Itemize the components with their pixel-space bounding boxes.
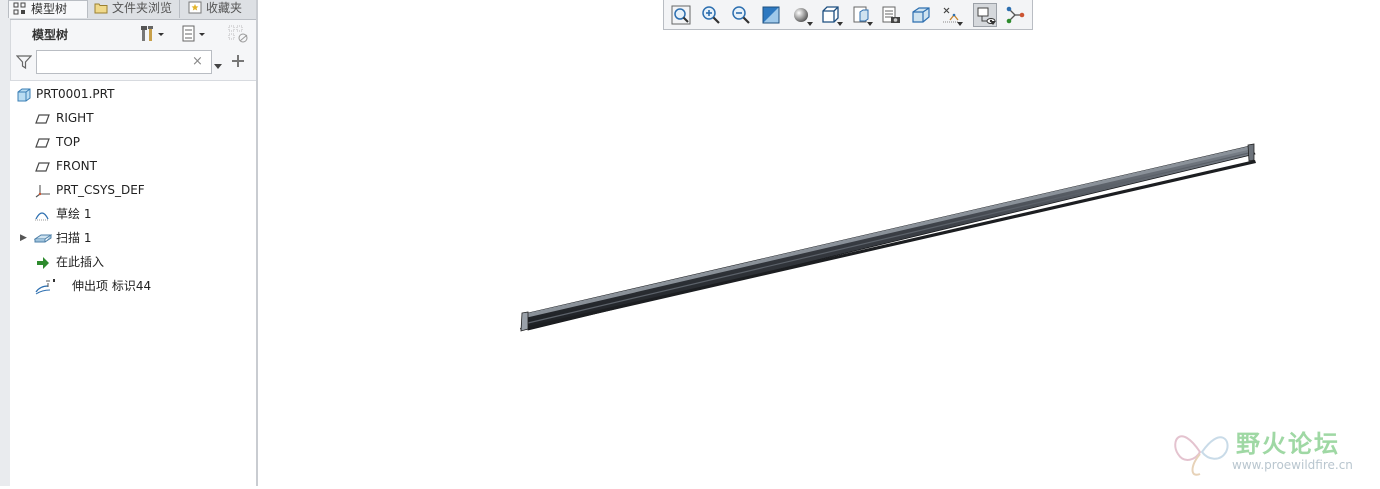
- butterfly-logo-icon: [1170, 422, 1234, 483]
- watermark-url: www.proewildfire.cn: [1232, 458, 1353, 472]
- tab-model-tree[interactable]: 模型树: [8, 0, 88, 18]
- tree-item-label: 在此插入: [56, 255, 105, 269]
- panel-tabs: 模型树 文件夹浏览 收藏夹: [8, 0, 258, 20]
- settings-tools-icon[interactable]: [140, 25, 166, 46]
- graphics-toolbar: [663, 0, 1033, 30]
- zoom-in-button[interactable]: [699, 3, 723, 27]
- graphics-viewport[interactable]: [260, 30, 1380, 486]
- tree-item-datum-front[interactable]: FRONT: [10, 155, 256, 177]
- tree-item-label: RIGHT: [56, 111, 94, 125]
- tab-folder-browser[interactable]: 文件夹浏览: [88, 0, 180, 18]
- tab-model-tree-label: 模型树: [31, 2, 68, 16]
- datum-display-dropdown-icon[interactable]: [957, 22, 963, 26]
- tree-item-sweep[interactable]: ▶ 扫描 1: [10, 227, 256, 249]
- search-dropdown-icon[interactable]: [214, 59, 222, 73]
- tree-item-sketch[interactable]: 草绘 1: [10, 203, 256, 225]
- insert-here-icon: [36, 255, 52, 269]
- tree-header: 模型树: [10, 20, 256, 48]
- view-orient-dropdown-icon[interactable]: [837, 22, 843, 26]
- annotation-display-button[interactable]: [973, 3, 997, 27]
- datum-plane-icon: [35, 135, 51, 149]
- tree-item-datum-top[interactable]: TOP: [10, 131, 256, 153]
- perspective-button[interactable]: [909, 3, 933, 27]
- sketch-icon: [34, 207, 50, 221]
- tree-search-input[interactable]: [36, 50, 212, 74]
- display-style-button[interactable]: [789, 3, 813, 27]
- network-button[interactable]: [1003, 3, 1027, 27]
- tree-item-label: PRT0001.PRT: [36, 87, 115, 101]
- tree-item-csys[interactable]: PRT_CSYS_DEF: [10, 179, 256, 201]
- model-tree-list: PRT0001.PRT RIGHT TOP FRONT PRT_CSYS_DEF…: [10, 80, 256, 487]
- csys-icon: [35, 183, 51, 198]
- zoom-out-button[interactable]: [729, 3, 753, 27]
- tree-item-label: TOP: [56, 135, 81, 149]
- model-tree-icon: [13, 2, 27, 15]
- tree-filter-settings-icon[interactable]: [228, 25, 250, 48]
- tree-item-protrusion[interactable]: 伸出项 标识44: [10, 275, 256, 297]
- favorites-icon: [188, 1, 202, 14]
- tree-item-label: 伸出项 标识44: [72, 279, 152, 293]
- tree-item-label: 扫描 1: [56, 231, 92, 245]
- funnel-filter-icon[interactable]: [15, 54, 33, 73]
- refit-button[interactable]: [669, 3, 693, 27]
- show-options-icon[interactable]: [182, 25, 208, 46]
- part-icon: [16, 87, 32, 102]
- rail-model: [520, 143, 1256, 332]
- tree-item-label: PRT_CSYS_DEF: [56, 183, 145, 197]
- tab-favorites-label: 收藏夹: [206, 1, 243, 15]
- datum-display-button[interactable]: [939, 3, 963, 27]
- sweep-icon: [33, 231, 53, 245]
- layers-button[interactable]: [879, 3, 903, 27]
- tree-item-insert-here[interactable]: 在此插入: [10, 251, 256, 273]
- annotation-dropdown-icon[interactable]: [990, 21, 996, 25]
- saved-orientations-button[interactable]: [819, 3, 843, 27]
- view-manager-dropdown-icon[interactable]: [867, 22, 873, 26]
- model-tree-panel: 模型树 文件夹浏览 收藏夹 模型树 × PRT0001.PRT RIGHT TO…: [0, 0, 258, 487]
- add-filter-icon[interactable]: [232, 55, 244, 70]
- tree-item-label: 草绘 1: [56, 207, 92, 221]
- search-clear-icon[interactable]: ×: [192, 54, 203, 69]
- tab-folder-label: 文件夹浏览: [112, 1, 173, 15]
- expand-arrow-icon[interactable]: ▶: [20, 227, 27, 249]
- tab-favorites[interactable]: 收藏夹: [182, 0, 258, 18]
- display-style-dropdown-icon[interactable]: [807, 22, 813, 26]
- tree-title: 模型树: [32, 28, 69, 42]
- repaint-button[interactable]: [759, 3, 783, 27]
- view-manager-button[interactable]: [849, 3, 873, 27]
- tree-item-part[interactable]: PRT0001.PRT: [10, 83, 256, 105]
- tree-item-label: FRONT: [56, 159, 97, 173]
- filter-row: ×: [10, 48, 256, 78]
- watermark-title: 野火论坛: [1236, 430, 1340, 458]
- protrusion-icon: [34, 279, 56, 295]
- folder-icon: [94, 1, 108, 14]
- datum-plane-icon: [35, 111, 51, 125]
- forum-watermark: 野火论坛 www.proewildfire.cn: [1166, 420, 1376, 482]
- tree-item-datum-right[interactable]: RIGHT: [10, 107, 256, 129]
- datum-plane-icon: [35, 159, 51, 173]
